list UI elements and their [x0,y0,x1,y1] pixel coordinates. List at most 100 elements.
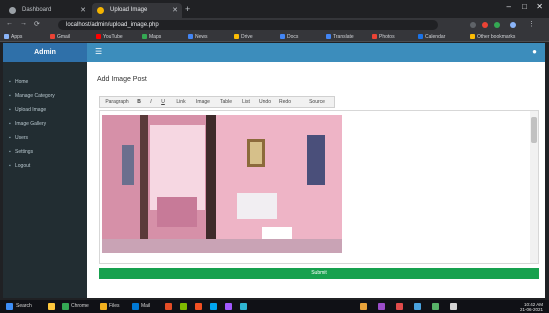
address-bar[interactable]: localhost/admin/upload_image.php [58,20,438,30]
italic-button[interactable]: I [146,97,156,107]
taskbar-app-icon[interactable] [165,303,172,310]
browser-menu-icon[interactable]: ⋮ [528,20,535,28]
browser-tab-dashboard[interactable]: Dashboard ✕ [4,3,90,18]
sidebar-item-settings[interactable]: ▪ Settings [3,146,87,158]
taskbar-clock[interactable]: 10:42 AM 21-06-2021 [520,302,543,312]
bookmark-item[interactable]: Photos [372,33,395,41]
sidebar-item-image-gallery[interactable]: ▪ Image Gallery [3,118,87,130]
mail-icon[interactable] [132,303,139,310]
bookmark-item[interactable]: News [188,33,208,41]
insert-table-button[interactable]: Table [216,97,236,107]
close-tab-icon[interactable]: ✕ [80,3,86,18]
bookmark-icon [142,34,147,39]
taskbar-app-label: Chrome [71,303,89,309]
taskbar-search[interactable]: Search [16,303,32,310]
sidebar-item-manage-category[interactable]: ▪ Manage Category [3,90,87,102]
profile-avatar[interactable] [510,22,516,28]
start-icon[interactable] [6,303,13,310]
brand-logo[interactable]: Admin [3,43,87,62]
bookmark-icon [372,34,377,39]
bookmark-label: Maps [149,34,162,40]
browser-tab-upload-image[interactable]: Upload Image ✕ [92,3,182,18]
insert-link-button[interactable]: Link [172,97,190,107]
sidebar-item-upload-image[interactable]: ▪ Upload Image [3,104,87,116]
list-button[interactable]: List [238,97,254,107]
source-button[interactable]: Source [304,97,330,107]
photo-door-edge [206,115,216,253]
room-photo [102,115,342,253]
taskbar-app-label: Mail [141,303,151,309]
bookmark-label: Docs [287,34,299,40]
rich-text-editor[interactable] [99,110,539,264]
taskbar-app-icon[interactable] [360,303,367,310]
taskbar-app-icon[interactable] [195,303,202,310]
photo-door-frame [140,115,148,253]
photo-bed [157,197,197,227]
extension-icon[interactable] [482,22,488,28]
taskbar-app-icon[interactable] [48,303,55,310]
bookmark-icon [96,34,101,39]
taskbar-app-icon[interactable] [414,303,421,310]
tab-favicon-icon [9,7,16,14]
bookmark-item[interactable]: Gmail [50,33,70,41]
bookmark-label: Gmail [57,34,71,40]
sidebar-item-users[interactable]: ▪ Users [3,132,87,144]
format-dropdown[interactable]: Paragraph [102,97,132,107]
underline-button[interactable]: U [158,97,168,107]
reload-button[interactable]: ⟳ [34,20,40,28]
sidebar-item-logout[interactable]: ▪ Logout [3,160,87,172]
bold-button[interactable]: B [134,97,144,107]
bookmark-item[interactable]: Apps [4,33,22,41]
sidebar-item-label: Upload Image [15,107,47,113]
bookmark-item[interactable]: Drive [234,33,253,41]
tab-favicon-icon [97,7,104,14]
editor-scrollbar[interactable] [530,111,538,263]
photo-floor [102,239,342,253]
minimize-window-button[interactable]: – [507,2,511,11]
bookmark-label: Calendar [425,34,446,40]
redo-button[interactable]: Redo [276,97,294,107]
hamburger-icon[interactable]: ☰ [95,47,102,56]
sidebar: ▪ Home ▪ Manage Category ▪ Upload Image ▪ Im… [3,62,87,298]
bookmark-item[interactable]: Calendar [418,33,445,41]
taskbar-app-icon[interactable] [225,303,232,310]
folder-icon[interactable] [100,303,107,310]
tab-title: Upload Image [110,7,148,13]
bookmark-item[interactable]: Maps [142,33,161,41]
bookmark-icon [280,34,285,39]
taskbar-app-icon[interactable] [180,303,187,310]
extension-icon[interactable] [494,22,500,28]
new-tab-button[interactable]: + [185,4,190,14]
tab-title: Dashboard [22,7,52,13]
close-tab-icon[interactable]: ✕ [172,3,178,18]
bookmark-item[interactable]: Translate [326,33,354,41]
taskbar-app-icon[interactable] [396,303,403,310]
main-content: Add Image Post Paragraph B I U Link Imag… [87,62,545,298]
close-window-button[interactable]: ✕ [536,2,543,11]
taskbar-app-icon[interactable] [432,303,439,310]
insert-image-button[interactable]: Image [192,97,214,107]
bookmark-icon [418,34,423,39]
back-button[interactable]: ← [6,20,13,27]
bookmark-item[interactable]: Docs [280,33,298,41]
sidebar-item-home[interactable]: ▪ Home [3,76,87,88]
forward-button[interactable]: → [20,20,27,27]
bookmark-item[interactable]: Other bookmarks [470,33,515,41]
maximize-window-button[interactable]: □ [522,2,527,11]
bookmark-label: Drive [241,34,253,40]
submit-button[interactable]: Submit [99,268,539,279]
taskbar-app-icon[interactable] [378,303,385,310]
photo-shelf [237,193,277,219]
sidebar-item-label: Users [15,135,29,141]
extension-icon[interactable] [470,22,476,28]
chrome-icon[interactable] [62,303,69,310]
photo-wall-hanging [307,135,325,185]
user-menu-icon[interactable]: ● [532,47,537,56]
taskbar-app-icon[interactable] [210,303,217,310]
bookmark-item[interactable]: YouTube [96,33,123,41]
taskbar-app-icon[interactable] [240,303,247,310]
scrollbar-thumb[interactable] [531,117,537,143]
bookmark-label: Photos [379,34,395,40]
undo-button[interactable]: Undo [256,97,274,107]
taskbar-app-icon[interactable] [450,303,457,310]
